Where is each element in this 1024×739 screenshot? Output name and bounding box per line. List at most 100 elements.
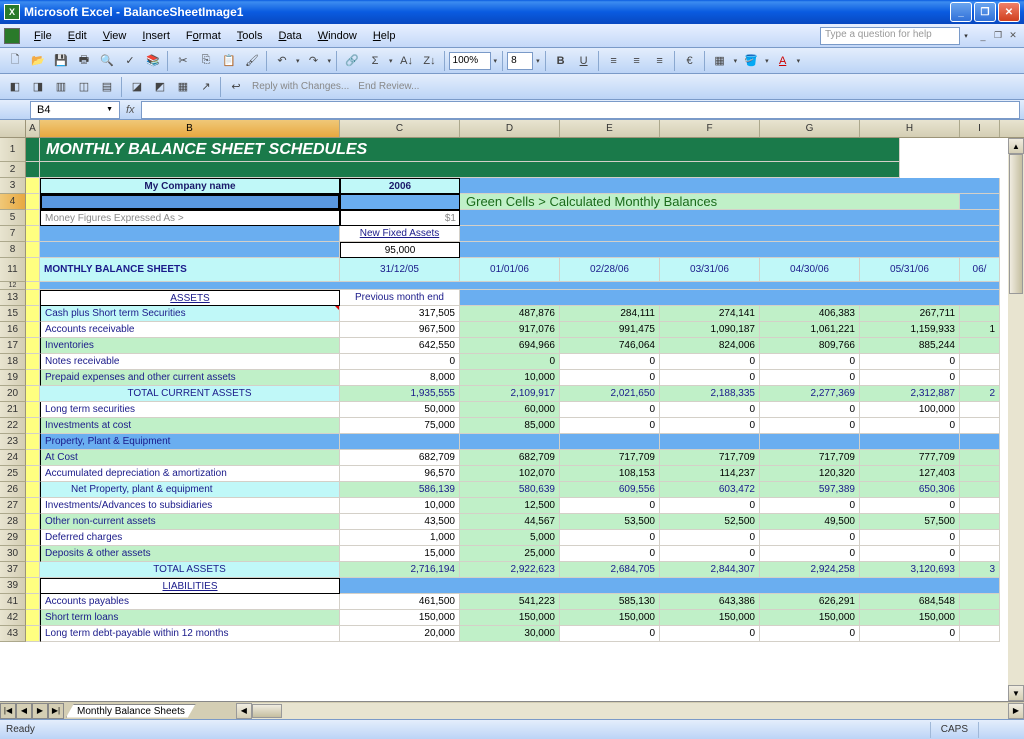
cell-value[interactable]: 694,966	[460, 338, 560, 354]
cell-value[interactable]: 0	[660, 370, 760, 386]
table-row[interactable]: Accounts payables461,500541,223585,13064…	[26, 594, 1000, 610]
rowhdr-1[interactable]: 1	[0, 138, 26, 162]
undo-icon[interactable]: ↶	[271, 50, 293, 72]
rev-btn7[interactable]: ◩	[149, 76, 171, 98]
date-2[interactable]: 02/28/06	[560, 258, 660, 282]
table-row[interactable]: Short term loans150,000150,000150,000150…	[26, 610, 1000, 626]
spellcheck-icon[interactable]: ✓	[119, 50, 141, 72]
select-all-corner[interactable]	[0, 120, 26, 138]
cell-value[interactable]	[660, 434, 760, 450]
row-label[interactable]: Other non-current assets	[40, 514, 340, 530]
cell-value[interactable]: 682,709	[460, 450, 560, 466]
menu-help[interactable]: Help	[365, 27, 404, 45]
zoom-combo[interactable]: 100%	[449, 52, 491, 70]
save-icon[interactable]: 💾	[50, 50, 72, 72]
maximize-button[interactable]: ❐	[974, 2, 996, 22]
menu-edit[interactable]: Edit	[60, 27, 95, 45]
end-review-label[interactable]: End Review...	[354, 81, 423, 92]
cell-value[interactable]: 885,244	[860, 338, 960, 354]
cell-value[interactable]: 30,000	[460, 626, 560, 642]
cell-value[interactable]: 609,556	[560, 482, 660, 498]
fill-dropdown[interactable]: ▾	[763, 57, 771, 65]
rev-btn9[interactable]: ↗	[195, 76, 217, 98]
cell-value[interactable]: 717,709	[560, 450, 660, 466]
cell-value[interactable]: 0	[660, 498, 760, 514]
cell-value[interactable]: 2,716,194	[340, 562, 460, 578]
cell-value[interactable]: 626,291	[760, 594, 860, 610]
row-label[interactable]: Accounts payables	[40, 594, 340, 610]
cell-value[interactable]: 0	[760, 626, 860, 642]
row-label[interactable]: Net Property, plant & equipment	[40, 482, 340, 498]
rev-btn2[interactable]: ◨	[27, 76, 49, 98]
cell-value[interactable]: 49,500	[760, 514, 860, 530]
row-label[interactable]: Notes receivable	[40, 354, 340, 370]
colhdr-H[interactable]: H	[860, 120, 960, 137]
money-val[interactable]: $1	[340, 210, 460, 226]
cell-value[interactable]	[960, 594, 1000, 610]
fontsize-dropdown[interactable]: ▾	[534, 57, 542, 65]
rev-btn5[interactable]: ▤	[96, 76, 118, 98]
tab-next-icon[interactable]: ▶	[32, 703, 48, 719]
cell-value[interactable]	[560, 434, 660, 450]
cell-value[interactable]: 150,000	[560, 610, 660, 626]
sheet-title[interactable]: MONTHLY BALANCE SHEET SCHEDULES	[40, 138, 900, 162]
cell-value[interactable]	[960, 306, 1000, 322]
doc-restore-button[interactable]: ❐	[991, 29, 1005, 43]
borders-icon[interactable]: ▦	[709, 50, 731, 72]
table-row[interactable]: Other non-current assets43,50044,56753,5…	[26, 514, 1000, 530]
menu-insert[interactable]: Insert	[134, 27, 178, 45]
cell-value[interactable]: 8,000	[340, 370, 460, 386]
assets-header[interactable]: ASSETS	[40, 290, 340, 306]
cell-value[interactable]: 0	[760, 402, 860, 418]
cell-value[interactable]: 2,277,369	[760, 386, 860, 402]
cell-value[interactable]: 75,000	[340, 418, 460, 434]
cell-value[interactable]: 487,876	[460, 306, 560, 322]
cell-value[interactable]	[960, 402, 1000, 418]
row-1[interactable]: MONTHLY BALANCE SHEET SCHEDULES	[26, 138, 1000, 162]
cell-value[interactable]: 2,922,623	[460, 562, 560, 578]
cell-value[interactable]: 0	[660, 530, 760, 546]
tab-prev-icon[interactable]: ◀	[16, 703, 32, 719]
row-label[interactable]: Deposits & other assets	[40, 546, 340, 562]
row-label[interactable]: Property, Plant & Equipment	[40, 434, 340, 450]
cell-value[interactable]	[960, 530, 1000, 546]
research-icon[interactable]: 📚	[142, 50, 164, 72]
cell-value[interactable]: 0	[760, 498, 860, 514]
row-label[interactable]: Accounts receivable	[40, 322, 340, 338]
rowhdr-37[interactable]: 37	[0, 562, 26, 578]
rowhdr-5[interactable]: 5	[0, 210, 26, 226]
new-icon[interactable]: 🗋	[4, 50, 26, 72]
cell-value[interactable]: 43,500	[340, 514, 460, 530]
colhdr-E[interactable]: E	[560, 120, 660, 137]
cell-value[interactable]: 0	[560, 530, 660, 546]
cell-value[interactable]	[760, 434, 860, 450]
rowhdr-43[interactable]: 43	[0, 626, 26, 642]
fill-color-icon[interactable]: 🪣	[740, 50, 762, 72]
row-label[interactable]: Inventories	[40, 338, 340, 354]
rev-btn8[interactable]: ▦	[172, 76, 194, 98]
rowhdr-8[interactable]: 8	[0, 242, 26, 258]
formula-input[interactable]	[141, 101, 1020, 119]
date-6[interactable]: 06/	[960, 258, 1000, 282]
cell-value[interactable]: 0	[560, 626, 660, 642]
scroll-right-icon[interactable]: ▶	[1008, 703, 1024, 719]
help-search-input[interactable]: Type a question for help	[820, 27, 960, 45]
cell-value[interactable]: 650,306	[860, 482, 960, 498]
table-row[interactable]: LIABILITIES	[26, 578, 1000, 594]
cell-value[interactable]: 0	[760, 530, 860, 546]
format-painter-icon[interactable]: 🖌	[241, 50, 263, 72]
rev-reply-icon[interactable]: ↩	[225, 76, 247, 98]
cell-value[interactable]: 12,500	[460, 498, 560, 514]
cell-value[interactable]	[960, 514, 1000, 530]
cell-value[interactable]: 127,403	[860, 466, 960, 482]
scroll-left-icon[interactable]: ◀	[236, 703, 252, 719]
font-color-icon[interactable]: A	[772, 50, 794, 72]
cell-value[interactable]: 0	[760, 546, 860, 562]
cell-value[interactable]: 967,500	[340, 322, 460, 338]
reply-changes-label[interactable]: Reply with Changes...	[248, 81, 353, 92]
rowhdr-18[interactable]: 18	[0, 354, 26, 370]
rowhdr-22[interactable]: 22	[0, 418, 26, 434]
cell-value[interactable]: 1,159,933	[860, 322, 960, 338]
rev-btn6[interactable]: ◪	[126, 76, 148, 98]
fx-icon[interactable]: fx	[126, 104, 135, 116]
